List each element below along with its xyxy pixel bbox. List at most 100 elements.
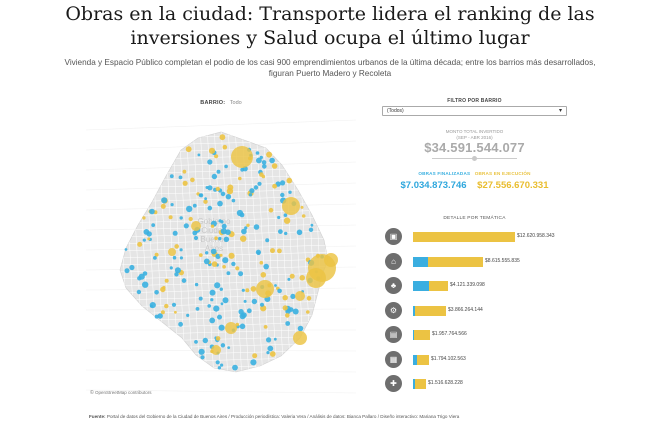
bar-value-label: $3.866.264.144 <box>448 306 483 313</box>
project-point-finished <box>224 164 228 169</box>
project-point-in-progress <box>215 336 221 341</box>
project-point-in-progress <box>182 180 188 186</box>
project-point-finished <box>221 223 227 229</box>
subhead-line-1: Vivienda y Espacio Público completan el … <box>64 58 596 67</box>
category-bar-row[interactable]: ⌂ $8.615.555.835 <box>382 252 572 271</box>
project-point-finished <box>157 313 163 319</box>
project-point-in-progress <box>240 235 247 242</box>
project-point-finished <box>207 304 211 308</box>
project-point-finished <box>232 364 238 371</box>
category-bar-row[interactable]: ▤ $1.957.764.566 <box>382 326 572 344</box>
project-bubble-in-progress <box>282 197 300 215</box>
project-point-finished <box>296 229 303 236</box>
project-point-finished <box>243 299 247 303</box>
bar-in-progress-segment <box>417 354 429 365</box>
project-point-in-progress <box>235 266 240 271</box>
project-point-in-progress <box>260 272 267 278</box>
filter-title: FILTRO POR BARRIO <box>447 98 502 104</box>
project-point-finished <box>207 159 213 165</box>
project-point-finished <box>236 209 243 217</box>
bar-in-progress-segment <box>429 281 448 291</box>
map-area[interactable]: BARRIO: Todo GobiernoCiudadBuenosAires <box>86 100 356 400</box>
headline-line-1: Obras en la ciudad: Transporte lidera el… <box>65 3 595 25</box>
bar-in-progress-segment <box>415 379 426 389</box>
project-point-finished <box>253 185 259 190</box>
project-point-finished <box>223 236 230 242</box>
chevron-down-icon: ▾ <box>558 108 562 114</box>
in-progress-label: OBRAS EN EJECUCIÓN <box>474 171 531 176</box>
attribution-text[interactable]: OpenStreetMap contributors <box>95 390 152 395</box>
project-point-finished <box>171 302 177 307</box>
barrio-label: BARRIO: <box>200 100 226 106</box>
project-point-finished <box>231 261 236 267</box>
category-bar[interactable] <box>413 330 430 340</box>
footer-credits: Fuente: Portal de datos del Gobierno de … <box>89 414 629 419</box>
bar-value-label: $1.794.102.563 <box>431 355 466 362</box>
bar-value-label: $12.620.958.343 <box>517 233 555 239</box>
project-point-finished <box>207 205 213 211</box>
city-map[interactable]: GobiernoCiudadBuenosAires <box>86 110 356 400</box>
category-bar-row[interactable]: ▣ $12.620.958.343 <box>382 228 572 246</box>
project-point-finished <box>216 169 221 174</box>
project-point-finished <box>285 321 291 326</box>
bar-finished-segment <box>413 256 428 267</box>
project-point-finished <box>257 181 262 186</box>
detail-title: DETALLE POR TEMÁTICA <box>443 216 506 221</box>
project-point-finished <box>198 296 203 301</box>
project-point-in-progress <box>188 216 193 222</box>
project-point-in-progress <box>228 252 235 259</box>
project-point-finished <box>250 359 257 366</box>
project-point-finished <box>203 258 210 265</box>
project-point-finished <box>263 263 269 270</box>
project-point-finished <box>205 251 209 255</box>
category-bar-row[interactable]: ⚙ $3.866.264.144 <box>382 301 572 320</box>
project-point-finished <box>210 248 217 255</box>
project-point-finished <box>146 231 152 237</box>
project-point-finished <box>124 268 130 274</box>
bar-value-label: $8.615.555.835 <box>485 257 520 264</box>
project-point-in-progress <box>198 253 203 257</box>
category-bar-row[interactable]: ▦ $1.794.102.563 <box>382 350 572 369</box>
project-point-in-progress <box>219 134 226 141</box>
project-point-finished <box>129 264 135 271</box>
project-bubble-in-progress <box>211 345 221 355</box>
category-bar[interactable] <box>413 305 446 316</box>
project-point-in-progress <box>282 295 288 301</box>
map-street <box>325 132 328 372</box>
building-icon: ▦ <box>385 350 402 368</box>
project-point-finished <box>310 223 314 227</box>
project-point-finished <box>178 175 183 180</box>
finished-label: OBRAS FINALIZADAS <box>418 171 471 176</box>
project-point-finished <box>202 337 208 344</box>
barrio-select[interactable]: (Todos) ▾ <box>382 106 567 116</box>
category-bar[interactable] <box>413 281 448 291</box>
project-point-finished <box>179 216 183 220</box>
project-point-finished <box>261 160 267 165</box>
project-point-in-progress <box>238 176 242 181</box>
project-point-finished <box>248 193 253 197</box>
project-bubble-in-progress <box>191 221 201 231</box>
in-progress-value: $27.556.670.331 <box>477 180 549 191</box>
project-point-finished <box>137 276 142 281</box>
project-point-finished <box>215 360 220 365</box>
house-icon: ⌂ <box>385 252 402 270</box>
project-point-finished <box>142 281 149 288</box>
gears-icon: ⚙ <box>385 301 402 319</box>
project-point-finished <box>251 298 258 305</box>
project-point-finished <box>220 191 226 197</box>
project-point-finished <box>193 235 199 241</box>
project-point-finished <box>241 312 247 318</box>
category-bar[interactable] <box>413 379 426 389</box>
project-point-in-progress <box>174 310 177 314</box>
category-bar-row[interactable]: ♣ $4.121.339.098 <box>382 277 572 295</box>
category-bar[interactable] <box>413 232 515 242</box>
footer-label: Fuente: <box>89 414 106 419</box>
map-city-label-text: Buenos <box>200 235 227 244</box>
category-bar-row[interactable]: ✚ $1.516.628.228 <box>382 375 572 393</box>
project-point-finished <box>204 197 207 201</box>
health-cross-icon: ✚ <box>385 375 402 392</box>
category-bar[interactable] <box>413 354 429 365</box>
project-point-in-progress <box>299 275 305 281</box>
project-point-in-progress <box>182 169 187 174</box>
category-bar[interactable] <box>413 256 483 267</box>
